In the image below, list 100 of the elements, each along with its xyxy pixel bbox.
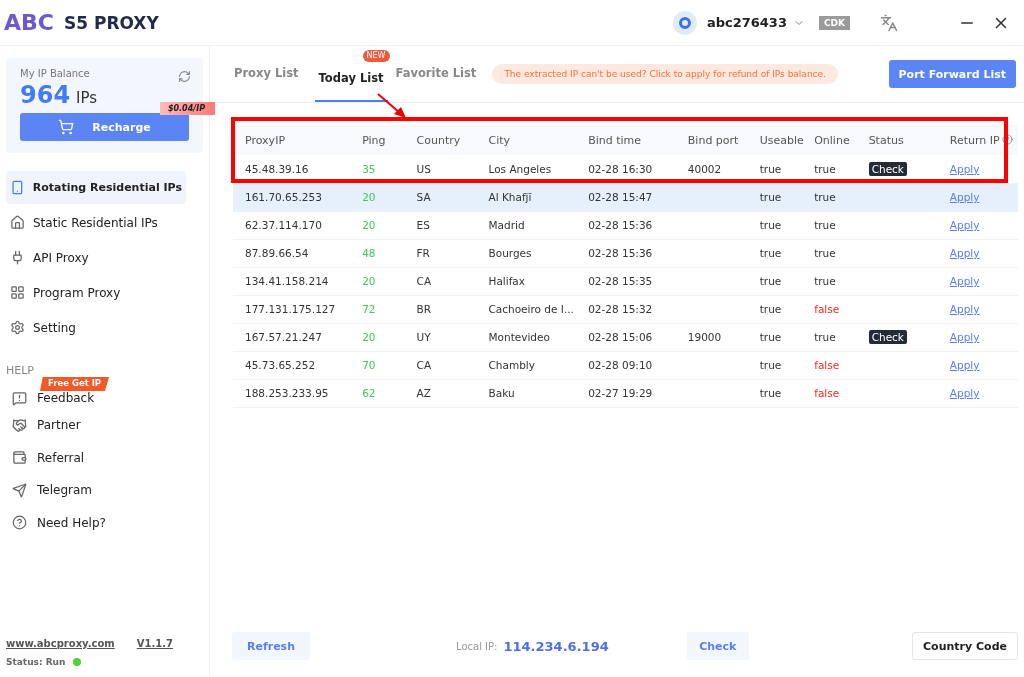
table-cell: 02-28 15:36	[588, 247, 653, 259]
tab[interactable]: Favorite List	[391, 46, 481, 102]
table-cell: true	[759, 162, 782, 175]
table-cell: CA	[416, 359, 432, 371]
apply-link[interactable]: Apply	[949, 162, 980, 175]
tab[interactable]: Proxy List	[230, 46, 303, 102]
phone-icon	[10, 180, 25, 195]
table-cell: AZ	[416, 387, 431, 399]
sidebar-item[interactable]: Program Proxy	[6, 276, 203, 309]
table-cell: true	[759, 247, 782, 259]
apply-link[interactable]: Apply	[949, 359, 980, 371]
table-row[interactable]: 167.57.21.247 20 UY Montevideo 02-28 15:06 19000 true true Check Apply	[233, 323, 1018, 351]
help-icon	[12, 515, 27, 531]
table-cell: 72	[362, 303, 376, 315]
table-cell: Chambly	[488, 359, 535, 371]
plug-icon	[10, 250, 25, 265]
table-cell: true	[814, 162, 836, 175]
balance-unit: IPs	[76, 89, 98, 107]
status-dot-icon	[73, 658, 82, 666]
check-tag[interactable]: Check	[868, 330, 907, 344]
column-header: Bind time	[576, 125, 676, 155]
help-icon[interactable]	[1001, 133, 1013, 145]
table-cell: 02-28 15:06	[588, 331, 653, 343]
table-cell: true	[814, 191, 836, 203]
help-heading: HELP	[6, 364, 35, 377]
help-item[interactable]: Referral	[6, 441, 203, 474]
promo-ribbon: Free Get IP	[40, 377, 110, 391]
cart-icon	[58, 119, 75, 135]
sidebar-item[interactable]: Setting	[6, 311, 203, 344]
table-cell: 40002	[687, 162, 722, 175]
table-row[interactable]: 134.41.158.214 20 CA Halifax 02-28 15:35 true true Apply	[233, 267, 1018, 295]
table-cell: Bourges	[488, 247, 532, 259]
table-cell: 177.131.175.127	[245, 303, 336, 315]
table-cell: 20	[362, 275, 376, 287]
apply-link[interactable]: Apply	[949, 303, 980, 315]
column-header: Ping	[350, 125, 405, 155]
table-row[interactable]: 45.73.65.252 70 CA Chambly 02-28 09:10 true false Apply	[233, 351, 1018, 379]
table-cell: CA	[416, 275, 432, 287]
balance-amount: 964	[20, 81, 71, 109]
apply-link[interactable]: Apply	[949, 247, 980, 259]
table-cell: true	[814, 275, 836, 287]
table-cell: 167.57.21.247	[245, 331, 322, 343]
column-header: Bind port	[675, 125, 748, 155]
feedback-icon	[12, 390, 27, 406]
table-cell: 45.48.39.16	[245, 162, 309, 175]
handshake-icon	[12, 417, 27, 433]
table-cell: 02-27 19:29	[588, 387, 653, 399]
country-code-button[interactable]: Country Code	[912, 632, 1018, 660]
help-item[interactable]: Partner	[6, 409, 203, 442]
apply-link[interactable]: Apply	[949, 275, 980, 287]
settings-icon	[10, 320, 25, 335]
sidebar-item[interactable]: API Proxy	[6, 241, 203, 274]
sidebar-item[interactable]: Rotating Residential IPs	[6, 171, 186, 204]
table-cell: 02-28 15:32	[588, 303, 653, 315]
apply-link[interactable]: Apply	[949, 331, 980, 343]
table-row[interactable]: 188.253.233.95 62 AZ Baku 02-27 19:29 true false Apply	[233, 379, 1018, 407]
table-cell: US	[416, 162, 431, 175]
table-cell: true	[759, 219, 782, 231]
table-cell: 134.41.158.214	[245, 275, 329, 287]
table-cell: true	[814, 331, 836, 343]
table-cell: 02-28 15:35	[588, 275, 653, 287]
table-cell: 19000	[687, 331, 722, 343]
check-tag[interactable]: Check	[868, 161, 907, 176]
table-cell: UY	[416, 331, 431, 343]
column-header: City	[476, 125, 577, 155]
column-header: ProxyIP	[233, 125, 351, 155]
grid-icon	[10, 285, 25, 300]
apply-link[interactable]: Apply	[949, 219, 980, 231]
table-cell: true	[759, 387, 782, 399]
table-cell: Los Angeles	[488, 162, 552, 175]
refresh-icon[interactable]	[178, 70, 191, 83]
help-item[interactable]: Need Help?	[6, 506, 203, 539]
table-cell: true	[759, 191, 782, 203]
table-row[interactable]: 177.131.175.127 72 BR Cachoeiro de I... 02-28 15:32 true false Apply	[233, 295, 1018, 323]
table-cell: false	[814, 303, 840, 315]
version-link[interactable]: V1.1.7	[136, 638, 173, 649]
table-cell: Baku	[488, 387, 515, 399]
help-item[interactable]: Telegram	[6, 474, 203, 507]
arrow-icon	[376, 92, 408, 120]
language-icon[interactable]	[880, 13, 898, 32]
user-name[interactable]: abc276433	[706, 15, 787, 30]
table-row[interactable]: 45.48.39.16 35 US Los Angeles 02-28 16:30 40002 true true Check Apply	[233, 155, 1018, 183]
table-cell: true	[759, 331, 782, 343]
table-cell: Madrid	[488, 219, 525, 231]
table-row[interactable]: 87.89.66.54 48 FR Bourges 02-28 15:36 true true Apply	[233, 239, 1018, 267]
table-cell: 02-28 16:30	[588, 162, 653, 175]
table-cell: 161.70.65.253	[245, 191, 322, 203]
table-cell: 87.89.66.54	[245, 247, 309, 259]
table-cell: Montevideo	[488, 331, 550, 343]
table-cell: true	[759, 359, 782, 371]
table-cell: true	[759, 275, 782, 287]
table-cell: true	[759, 303, 782, 315]
send-icon	[12, 482, 27, 498]
table-cell: 35	[362, 162, 376, 175]
table-row[interactable]: 62.37.114.170 20 ES Madrid 02-28 15:36 true true Apply	[233, 211, 1018, 239]
apply-link[interactable]: Apply	[949, 387, 980, 399]
sidebar-item[interactable]: Static Residential IPs	[6, 206, 203, 239]
table-cell: 48	[362, 247, 376, 259]
website-link[interactable]: www.abcproxy.com	[6, 638, 115, 649]
price-tag: $0.04/IP	[159, 102, 215, 115]
